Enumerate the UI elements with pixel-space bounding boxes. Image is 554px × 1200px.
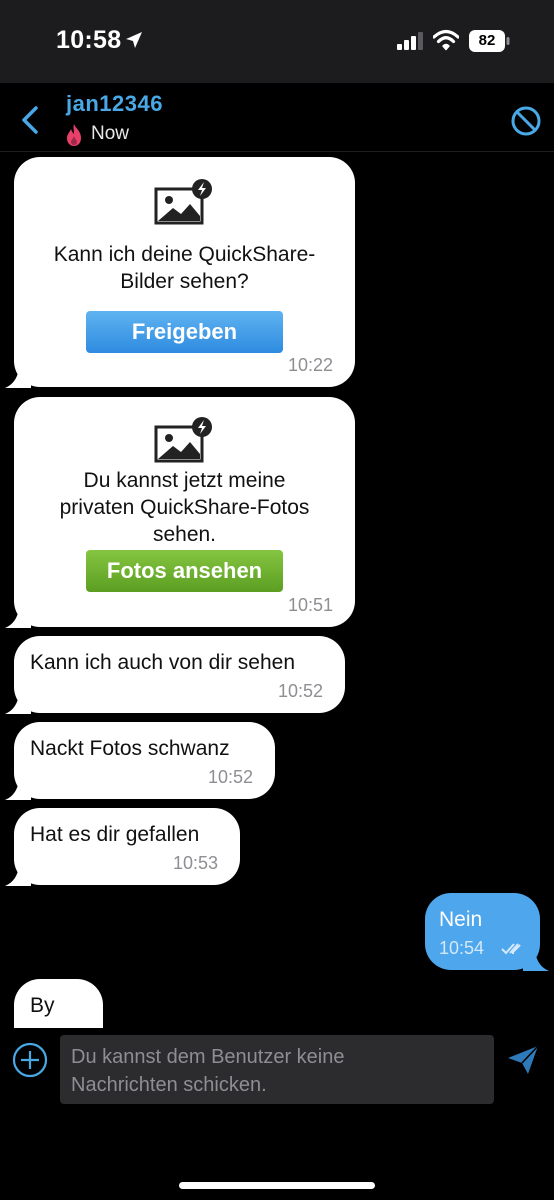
quickshare-photos-message: Du kannst jetzt meine privaten QuickShar… <box>5 397 355 628</box>
bubble-tail <box>5 694 31 714</box>
quickshare-image-icon <box>154 417 212 463</box>
location-arrow-icon <box>126 32 142 48</box>
incoming-message: Kann ich auch von dir sehen 10:52 <box>5 636 345 714</box>
message-time: 10:51 <box>287 595 333 615</box>
status-time: 10:58 <box>56 26 122 54</box>
back-icon[interactable] <box>18 105 42 135</box>
message-time: 10:54 <box>439 938 485 958</box>
outgoing-message: Nein 10:54 <box>425 893 549 971</box>
plus-icon[interactable] <box>12 1042 48 1078</box>
message-time: 10:22 <box>287 355 333 375</box>
home-indicator <box>179 1182 375 1189</box>
message-text: Kann ich auch von dir sehen <box>30 651 296 674</box>
message-input[interactable]: Du kannst dem Benutzer keine Nachrichten… <box>60 1035 494 1104</box>
message-text: By <box>30 994 55 1017</box>
wifi-icon <box>433 29 459 51</box>
send-icon[interactable] <box>506 1044 540 1076</box>
quickshare-request-message: Kann ich deine QuickShare- Bilder sehen?… <box>5 157 355 388</box>
online-status: Now <box>91 123 130 144</box>
bubble-tail <box>5 780 31 800</box>
flame-icon <box>67 124 81 146</box>
placeholder-line: Du kannst dem Benutzer keine <box>71 1046 345 1068</box>
view-photos-button[interactable]: Fotos ansehen <box>86 550 283 592</box>
battery-percentage: 82 <box>478 32 496 49</box>
bubble-tail <box>5 608 31 628</box>
incoming-message: Hat es dir gefallen 10:53 <box>5 808 240 886</box>
chat-header: jan12346 Now <box>0 83 554 152</box>
placeholder-line: Nachrichten schicken. <box>71 1074 267 1096</box>
message-time: 10:52 <box>207 767 253 787</box>
message-time: 10:52 <box>277 681 323 701</box>
share-button[interactable]: Freigeben <box>86 311 283 353</box>
input-bar: Du kannst dem Benutzer keine Nachrichten… <box>0 1028 554 1200</box>
message-text-line: Bilder sehen? <box>120 270 249 293</box>
signal-icon <box>397 32 423 50</box>
contact-name[interactable]: jan12346 <box>66 91 163 117</box>
message-text: Nackt Fotos schwanz <box>30 737 230 760</box>
bubble-tail <box>5 368 31 388</box>
bubble-tail <box>5 866 31 886</box>
block-icon[interactable] <box>510 105 542 137</box>
message-text-line: privaten QuickShare-Fotos <box>59 496 310 519</box>
status-bar: 10:58 82 <box>0 0 554 83</box>
input-placeholder: Du kannst dem Benutzer keine Nachrichten… <box>71 1043 471 1099</box>
quickshare-image-icon <box>154 179 212 225</box>
incoming-message: Nackt Fotos schwanz 10:52 <box>5 722 275 800</box>
message-text-line: Kann ich deine QuickShare- <box>53 243 316 266</box>
message-text-line: sehen. <box>152 523 217 546</box>
read-receipt-icon <box>501 943 521 955</box>
message-text-line: Du kannst jetzt meine <box>83 469 286 492</box>
message-text: Nein <box>439 908 483 931</box>
message-time: 10:53 <box>172 853 218 873</box>
message-text: Hat es dir gefallen <box>30 823 200 846</box>
